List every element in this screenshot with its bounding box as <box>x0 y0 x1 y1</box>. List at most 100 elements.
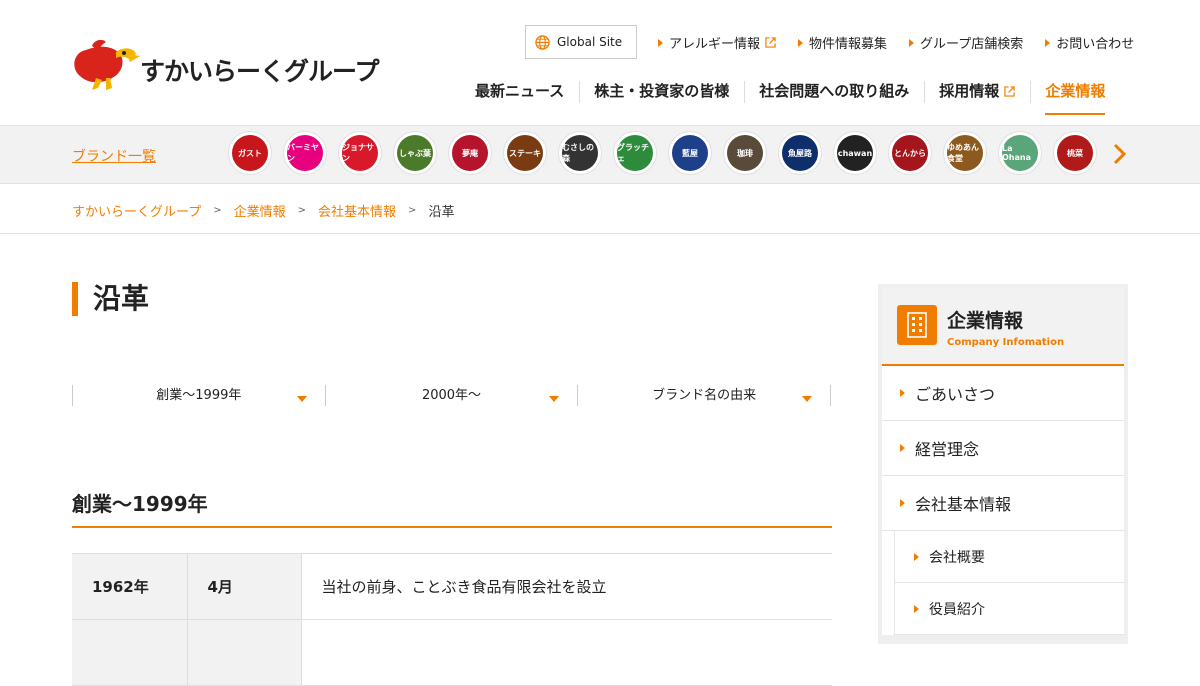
history-year: 1962年 <box>72 553 188 620</box>
util-link-contact[interactable]: お問い合わせ <box>1045 33 1134 52</box>
caret-down-icon <box>549 396 560 402</box>
sidebar-item-company-info[interactable]: 会社基本情報 <box>882 476 1124 531</box>
skylark-bird-icon <box>74 39 140 90</box>
history-year <box>72 619 188 686</box>
sidebar-item-philosophy[interactable]: 経営理念 <box>882 421 1124 476</box>
brand-logo-mark: 夢庵 <box>452 135 488 171</box>
caret-down-icon <box>296 396 307 402</box>
sidebar-item-greeting[interactable]: ごあいさつ <box>882 366 1124 421</box>
building-icon <box>897 305 937 345</box>
brand-logo[interactable]: ジョナサン <box>338 131 382 175</box>
sidebar-item-label: ごあいさつ <box>915 385 996 404</box>
brand-logo[interactable]: グラッチェ <box>613 131 657 175</box>
history-event <box>301 619 832 686</box>
brand-logo[interactable]: La Ohana <box>998 131 1042 175</box>
breadcrumb-home[interactable]: すかいらーくグループ <box>72 201 201 220</box>
brand-logo-mark: とんから <box>892 135 928 171</box>
anchor-tab-2000[interactable]: 2000年～ <box>326 385 579 406</box>
breadcrumb-company-info[interactable]: 会社基本情報 <box>318 201 396 220</box>
history-month: 4月 <box>187 553 302 620</box>
brand-logo-mark: ジョナサン <box>342 135 378 171</box>
brand-logo[interactable]: むさしの森 <box>558 131 602 175</box>
anchor-tab-brand-origin[interactable]: ブランド名の由来 <box>578 385 832 406</box>
breadcrumb-separator: > <box>213 205 222 216</box>
brand-logo[interactable]: ガスト <box>228 131 272 175</box>
brand-logo[interactable]: chawan <box>833 131 877 175</box>
brand-carousel: ガスト バーミヤン ジョナサン しゃぶ葉 夢庵 ステーキ むさしの森 グラッチェ 藍屋 珈琲 魚屋路… <box>228 131 1097 175</box>
history-table: 1962年 4月 当社の前身、ことぶき食品有限会社を設立 <box>72 553 832 686</box>
util-link-store-search[interactable]: グループ店舗検索 <box>909 33 1023 52</box>
brand-logo-mark: chawan <box>837 135 873 171</box>
sidebar-subitem-label: 役員紹介 <box>929 601 985 618</box>
sidebar-subitem-label: 会社概要 <box>929 549 985 566</box>
utility-links: アレルギー情報 物件情報募集 グループ店舗検索 お問い合わせ <box>658 33 1134 52</box>
nav-news[interactable]: 最新ニュース <box>460 78 579 104</box>
arrow-icon <box>798 38 804 47</box>
breadcrumb-separator: > <box>297 205 307 216</box>
caret-down-icon <box>802 396 813 402</box>
brand-logo-mark: バーミヤン <box>287 135 323 171</box>
history-month <box>187 619 302 686</box>
brand-list-link[interactable]: ブランド一覧 <box>72 146 156 166</box>
sidebar-subitem-overview[interactable]: 会社概要 <box>894 531 1124 583</box>
anchor-tab-label: 2000年～ <box>421 388 482 403</box>
arrow-icon <box>900 499 905 507</box>
sidebar-header: 企業情報 Company Infomation <box>882 288 1124 366</box>
brand-strip: ブランド一覧 ガスト バーミヤン ジョナサン しゃぶ葉 夢庵 ステーキ むさしの森 グラッチェ… <box>0 125 1200 184</box>
sidebar: 企業情報 Company Infomation ごあいさつ 経営理念 会社基本情… <box>878 284 1128 644</box>
brand-logo[interactable]: 藍屋 <box>668 131 712 175</box>
external-link-icon <box>1004 85 1015 97</box>
site-header: すかいらーくグループ Global Site アレルギー情報 物件情報募集 グル… <box>0 0 1200 125</box>
global-site-button[interactable]: Global Site <box>525 25 637 59</box>
brand-logo[interactable]: とんから <box>888 131 932 175</box>
sidebar-title: 企業情報 <box>947 310 1024 332</box>
sidebar-item-label: 会社基本情報 <box>915 495 1012 514</box>
brand-logo-mark: 珈琲 <box>727 135 763 171</box>
brand-logo-mark: グラッチェ <box>617 135 653 171</box>
util-link-label: お問い合わせ <box>1056 37 1135 52</box>
nav-recruit-label: 採用情報 <box>939 82 1000 100</box>
nav-sustainability[interactable]: 社会問題への取り組み <box>744 78 924 104</box>
page-title: 沿革 <box>72 282 149 316</box>
nav-investors[interactable]: 株主・投資家の皆様 <box>579 78 744 104</box>
brand-logo[interactable]: しゃぶ葉 <box>393 131 437 175</box>
chevron-right-icon <box>1113 143 1127 165</box>
brand-logo[interactable]: ゆめあん食堂 <box>943 131 987 175</box>
divider <box>0 233 1200 234</box>
main-nav: 最新ニュース 株主・投資家の皆様 社会問題への取り組み 採用情報 企業情報 <box>460 78 1120 115</box>
anchor-tab-label: ブランド名の由来 <box>652 388 757 403</box>
brand-logo-mark: La Ohana <box>1002 135 1038 171</box>
brand-logo[interactable]: ステーキ <box>503 131 547 175</box>
brand-logo[interactable]: 魚屋路 <box>778 131 822 175</box>
anchor-tab-founding[interactable]: 創業～1999年 <box>73 385 326 406</box>
breadcrumb-company[interactable]: 企業情報 <box>234 201 286 220</box>
sidebar-subitem-officers[interactable]: 役員紹介 <box>894 583 1124 635</box>
util-link-property[interactable]: 物件情報募集 <box>798 33 887 52</box>
brand-logo[interactable]: 夢庵 <box>448 131 492 175</box>
carousel-next-button[interactable] <box>1111 142 1129 166</box>
history-event: 当社の前身、ことぶき食品有限会社を設立 <box>301 553 832 620</box>
nav-recruit[interactable]: 採用情報 <box>924 78 1030 104</box>
external-link-icon <box>765 37 776 48</box>
brand-logo[interactable]: 珈琲 <box>723 131 767 175</box>
arrow-icon <box>900 389 905 397</box>
util-link-label: グループ店舗検索 <box>920 37 1024 52</box>
brand-logo-mark: 藍屋 <box>672 135 708 171</box>
table-row: 1962年 4月 当社の前身、ことぶき食品有限会社を設立 <box>72 553 832 620</box>
brand-logo-mark: ガスト <box>232 135 268 171</box>
table-row <box>72 619 832 686</box>
nav-company[interactable]: 企業情報 <box>1030 78 1120 115</box>
util-link-allergy[interactable]: アレルギー情報 <box>658 33 776 52</box>
brand-logo[interactable]: バーミヤン <box>283 131 327 175</box>
sidebar-subtitle: Company Infomation <box>947 337 1065 348</box>
arrow-icon <box>658 38 663 47</box>
breadcrumb-current: 沿革 <box>428 205 455 220</box>
anchor-tabs: 創業～1999年 2000年～ ブランド名の由来 <box>72 385 832 406</box>
arrow-icon <box>900 444 905 452</box>
brand-logo[interactable]: 桃菜 <box>1053 131 1097 175</box>
util-link-label: アレルギー情報 <box>669 37 761 52</box>
globe-icon <box>535 34 550 50</box>
global-site-label: Global Site <box>557 35 623 49</box>
brand-logo-mark: ゆめあん食堂 <box>947 135 983 171</box>
sidebar-menu: ごあいさつ 経営理念 会社基本情報 会社概要 役員紹介 <box>882 366 1124 635</box>
